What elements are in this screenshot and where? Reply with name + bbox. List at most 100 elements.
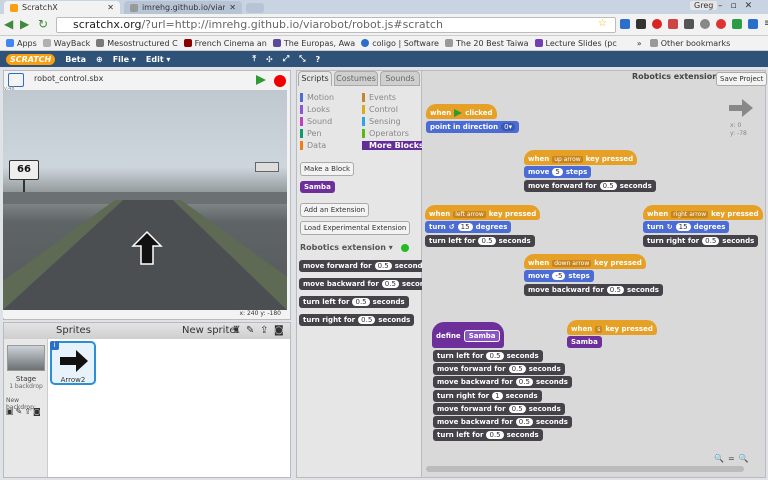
- extension-icon[interactable]: [668, 19, 678, 29]
- custom-block-samba[interactable]: Samba: [300, 181, 335, 193]
- tab-costumes[interactable]: Costumes: [334, 71, 378, 86]
- tab-scratchx[interactable]: ScratchX ✕: [4, 1, 120, 14]
- upload-icon[interactable]: ⇪: [260, 323, 268, 339]
- load-experimental-button[interactable]: Load Experimental Extension: [300, 221, 411, 235]
- block-input[interactable]: 0.5: [515, 378, 533, 387]
- add-extension-button[interactable]: Add an Extension: [300, 203, 370, 217]
- forward-icon[interactable]: ▶: [20, 17, 29, 31]
- block-input[interactable]: 0.5: [358, 316, 376, 324]
- samba-step-block[interactable]: turn right for 1 seconds: [433, 389, 542, 402]
- stage-canvas[interactable]: 66: [3, 90, 287, 310]
- samba-step-block[interactable]: move backward for 0.5 seconds: [433, 416, 572, 428]
- block-input[interactable]: 0.5: [599, 182, 617, 190]
- when-down-arrow-hat[interactable]: when down arrow key pressed: [524, 254, 646, 269]
- bookmarks-overflow[interactable]: »: [637, 39, 642, 48]
- zoom-reset-icon[interactable]: =: [728, 454, 735, 463]
- help-icon[interactable]: ?: [316, 55, 321, 64]
- bookmark-item[interactable]: coligo | Software: [361, 39, 439, 48]
- category-sensing[interactable]: Sensing: [362, 117, 401, 126]
- category-events[interactable]: Events: [362, 93, 396, 102]
- move-backward-block[interactable]: move backward for 0.5 seconds: [524, 284, 663, 296]
- bookmark-item[interactable]: The Europas, Awa: [272, 39, 355, 48]
- when-flag-clicked-hat[interactable]: when clicked: [426, 104, 497, 119]
- back-icon[interactable]: ◀: [4, 17, 13, 31]
- backdrop-tools[interactable]: ▣✎⇪◙: [6, 407, 43, 416]
- horizontal-scrollbar[interactable]: [426, 466, 744, 472]
- extension-icon[interactable]: [620, 19, 630, 29]
- palette-block-turn-right[interactable]: turn right for 0.5 seconds: [299, 314, 415, 326]
- delete-icon[interactable]: ✣: [266, 55, 273, 64]
- make-a-block-button[interactable]: Make a Block: [300, 162, 355, 176]
- extension-icon[interactable]: [732, 19, 742, 29]
- block-input[interactable]: 0▾: [501, 123, 516, 131]
- category-control[interactable]: Control: [362, 105, 398, 114]
- other-bookmarks[interactable]: Other bookmarks: [649, 39, 730, 48]
- extension-icon[interactable]: [748, 19, 758, 29]
- block-input[interactable]: 0.5: [352, 298, 370, 306]
- star-icon[interactable]: ☆: [598, 18, 607, 29]
- key-dropdown[interactable]: s: [595, 325, 603, 333]
- turn-right-for-block[interactable]: turn right for 0.5 seconds: [643, 235, 759, 247]
- category-data[interactable]: Data: [300, 141, 326, 150]
- when-left-arrow-hat[interactable]: when left arrow key pressed: [425, 205, 541, 220]
- calendar-icon[interactable]: [636, 19, 646, 29]
- category-motion[interactable]: Motion: [300, 93, 334, 102]
- category-pen[interactable]: Pen: [300, 129, 322, 138]
- samba-step-block[interactable]: move backward for 0.5 seconds: [433, 376, 572, 389]
- samba-step-block[interactable]: move forward for 0.5 seconds: [433, 363, 565, 376]
- bookmark-item[interactable]: Lecture Slides (pc: [534, 39, 617, 48]
- turn-left-degrees-block[interactable]: turn ↺ 15 degrees: [425, 221, 512, 233]
- point-in-direction-block[interactable]: point in direction 0▾: [426, 121, 520, 133]
- url-field[interactable]: scratchx.org/?url=http://imrehg.github.i…: [56, 17, 616, 33]
- turn-right-degrees-block[interactable]: turn ↻ 15 degrees: [643, 221, 730, 233]
- category-sound[interactable]: Sound: [300, 117, 332, 126]
- new-tab-button[interactable]: [246, 3, 264, 13]
- edit-menu[interactable]: Edit ▾: [146, 55, 171, 64]
- zoom-out-icon[interactable]: 🔍: [714, 454, 724, 463]
- globe-icon[interactable]: ⊕: [96, 55, 103, 64]
- key-dropdown[interactable]: right arrow: [671, 210, 709, 218]
- move-steps-block[interactable]: move 5 steps: [524, 166, 592, 178]
- move-steps-block[interactable]: move -5 steps: [524, 270, 594, 282]
- window-controls[interactable]: –▫✕: [718, 1, 760, 11]
- palette-block-move-forward[interactable]: move forward for 0.5 seconds: [299, 260, 431, 272]
- block-input[interactable]: 0.5: [374, 262, 392, 270]
- key-dropdown[interactable]: down arrow: [552, 259, 592, 267]
- palette-block-move-backward[interactable]: move backward for 0.5 seconds: [299, 278, 438, 290]
- reload-icon[interactable]: ↻: [38, 17, 48, 31]
- scratch-logo[interactable]: SCRATCH: [6, 53, 56, 65]
- block-input[interactable]: 0.5: [508, 404, 526, 413]
- block-input[interactable]: 0.5: [702, 237, 720, 245]
- stage-thumbnail[interactable]: [7, 345, 45, 371]
- extension-icon[interactable]: [684, 19, 694, 29]
- sprite-tile-arrow2[interactable]: i Arrow2: [50, 341, 96, 385]
- zoom-in-icon[interactable]: 🔍: [739, 454, 749, 463]
- file-menu[interactable]: File ▾: [113, 55, 136, 64]
- bookmark-item[interactable]: Mesostructured C: [96, 39, 178, 48]
- save-project-button[interactable]: Save Project: [716, 72, 768, 86]
- category-operators[interactable]: Operators: [362, 129, 409, 138]
- close-icon[interactable]: ✕: [229, 1, 236, 14]
- tab-sounds[interactable]: Sounds: [380, 71, 420, 86]
- camera-icon[interactable]: ◙: [274, 323, 284, 339]
- palette-block-turn-left[interactable]: turn left for 0.5 seconds: [299, 296, 409, 308]
- extension-icon[interactable]: [652, 19, 662, 29]
- block-input[interactable]: 15: [675, 223, 691, 231]
- block-input[interactable]: 0.5: [478, 237, 496, 245]
- paint-icon[interactable]: ✎: [246, 323, 254, 339]
- robotics-extension-header[interactable]: Robotics extension ▾: [300, 243, 393, 252]
- bookmark-item[interactable]: WayBack: [42, 39, 90, 48]
- block-input[interactable]: 15: [457, 223, 473, 231]
- samba-step-block[interactable]: move forward for 0.5 seconds: [433, 402, 565, 415]
- samba-step-block[interactable]: turn left for 0.5 seconds: [433, 429, 543, 442]
- bookmark-apps[interactable]: Apps: [6, 39, 37, 48]
- block-input[interactable]: 1: [492, 391, 503, 400]
- block-input[interactable]: 0.5: [606, 286, 624, 294]
- turn-left-for-block[interactable]: turn left for 0.5 seconds: [425, 235, 535, 247]
- block-input[interactable]: 0.5: [515, 418, 533, 426]
- define-samba-hat[interactable]: define Samba: [432, 322, 505, 348]
- tab-scripts[interactable]: Scripts: [298, 71, 332, 86]
- tab-imrehg[interactable]: imrehg.github.io/viarobot ✕: [124, 1, 242, 14]
- extension-icon[interactable]: [716, 19, 726, 29]
- block-input[interactable]: -5: [552, 272, 566, 280]
